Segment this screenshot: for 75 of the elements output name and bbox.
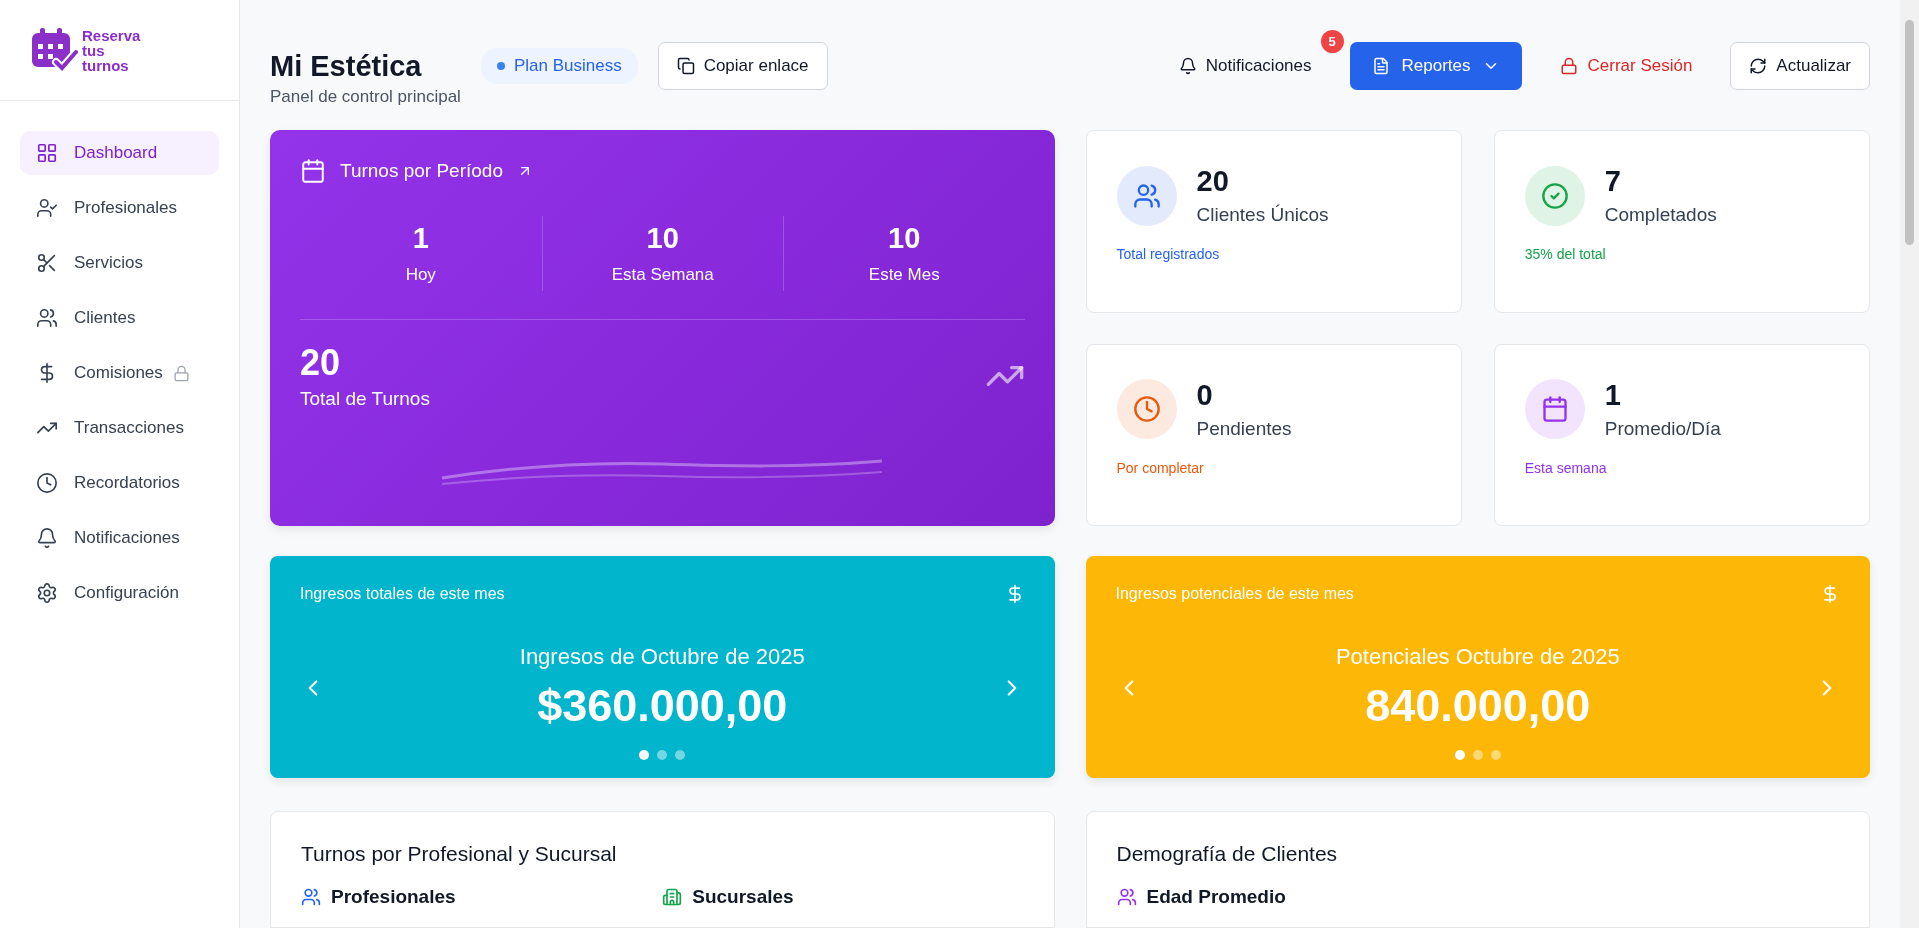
section-label: Edad Promedio: [1146, 886, 1286, 908]
revenue-heading: Potenciales Octubre de 2025: [1335, 644, 1620, 670]
scissors-icon: [36, 252, 58, 274]
settings-icon: [36, 582, 58, 604]
carousel-dot[interactable]: [639, 750, 650, 760]
users-icon: [36, 307, 58, 329]
page-subtitle: Panel de control principal: [270, 86, 461, 107]
notification-count-badge: 5: [1320, 30, 1344, 53]
revenue-amount: 840.000,00: [1365, 680, 1591, 732]
users-icon: [301, 887, 321, 907]
carousel-dot[interactable]: [675, 750, 686, 760]
lock-icon: [1560, 57, 1579, 75]
stat-label: Clientes Únicos: [1196, 204, 1329, 226]
sidebar-item[interactable]: Profesionales: [20, 186, 219, 230]
stat-value: 1: [412, 222, 429, 255]
stat-note: Por completar: [1116, 459, 1205, 476]
users-icon: [1116, 887, 1137, 907]
carousel-dot[interactable]: [1454, 750, 1465, 760]
dashboard-icon: [36, 142, 58, 164]
stat-value: 7: [1604, 165, 1622, 198]
refresh-icon: [1749, 57, 1768, 75]
card-title: Turnos por Período: [340, 160, 503, 182]
sidebar-item[interactable]: Servicios: [20, 241, 219, 285]
sidebar-item[interactable]: Notificaciones: [20, 516, 219, 560]
copy-link-button[interactable]: Copiar enlace: [657, 42, 828, 90]
revenue-heading: Ingresos de Octubre de 2025: [519, 644, 805, 670]
scrollbar[interactable]: [1900, 0, 1919, 928]
bell-icon: [1178, 57, 1197, 75]
copy-icon: [676, 57, 695, 75]
revenue-caption: Ingresos totales de este mes: [300, 585, 505, 603]
stat-value: 10: [888, 222, 921, 255]
carousel-dot[interactable]: [1490, 750, 1501, 760]
bell-icon: [36, 527, 58, 549]
reports-button[interactable]: Reportes: [1349, 42, 1523, 90]
brand-name: Reserva tus turnos: [82, 27, 141, 73]
lock-icon: [172, 364, 190, 382]
total-label: Total de Turnos: [300, 388, 430, 410]
sidebar-item[interactable]: Comisiones: [20, 351, 219, 395]
stat-label: Completados: [1604, 204, 1717, 226]
sidebar-item[interactable]: Transacciones: [20, 406, 219, 450]
logout-button[interactable]: Cerrar Sesión: [1542, 42, 1711, 90]
carousel-dot[interactable]: [1472, 750, 1483, 760]
refresh-button[interactable]: Actualizar: [1730, 42, 1870, 90]
stat-label: Promedio/Día: [1604, 417, 1721, 440]
sidebar-item[interactable]: Configuración: [20, 571, 219, 615]
user-check-icon: [36, 197, 58, 219]
sidebar-item[interactable]: Dashboard: [20, 131, 219, 175]
stat-value: 10: [646, 222, 679, 255]
revenue-caption: Ingresos potenciales de este mes: [1115, 585, 1354, 603]
stat-label: Este Mes: [868, 265, 940, 285]
plan-badge: Plan Business: [480, 48, 638, 84]
sidebar-item[interactable]: Recordatorios: [20, 461, 219, 505]
page-title: Mi Estética: [270, 49, 423, 83]
stat-label: Esta Semana: [611, 265, 714, 285]
calendar-check-logo-icon: [30, 26, 78, 74]
total-value: 20: [300, 342, 342, 384]
revenue-amount: $360.000,00: [537, 680, 788, 732]
stat-note: Esta semana: [1524, 459, 1608, 476]
clock-icon: [36, 472, 58, 494]
section-label: Sucursales: [692, 886, 794, 908]
sidebar-item[interactable]: Clientes: [20, 296, 219, 340]
stat-value: 0: [1196, 378, 1214, 412]
stat-label: Hoy: [405, 265, 436, 285]
building-icon: [662, 887, 683, 907]
section-label: Profesionales: [331, 886, 456, 908]
stat-note: Total registrados: [1116, 246, 1221, 262]
calendar-icon: [300, 158, 326, 184]
stat-value: 20: [1196, 165, 1230, 198]
carousel-dot[interactable]: [657, 750, 668, 760]
stat-label: Pendientes: [1196, 417, 1292, 440]
panel-title: Demografía de Clientes: [1116, 842, 1339, 866]
document-icon: [1371, 57, 1390, 75]
stat-value: 1: [1604, 378, 1622, 412]
stat-note: 35% del total: [1524, 246, 1607, 262]
panel-title: Turnos por Profesional y Sucursal: [301, 842, 618, 866]
